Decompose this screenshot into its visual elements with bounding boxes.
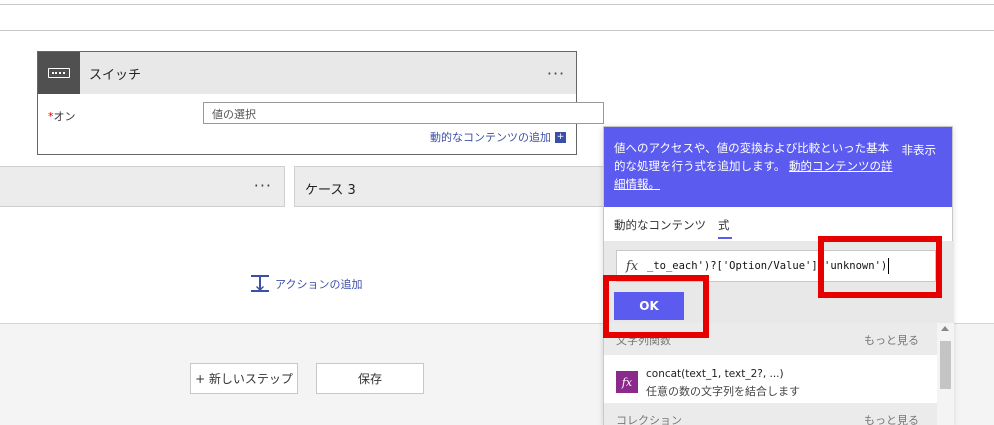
new-step-button[interactable]: + 新しいステップ — [190, 363, 298, 394]
section-collection: コレクション もっと見る — [604, 403, 937, 425]
case-card-3[interactable]: ケース 3 — [294, 166, 614, 207]
add-dynamic-content-label: 動的なコンテンツの追加 — [430, 131, 551, 144]
function-name: concat(text_1, text_2?, ...) — [646, 368, 784, 380]
scroll-up-icon[interactable] — [941, 326, 949, 331]
add-action-button[interactable]: アクションの追加 — [251, 274, 362, 294]
switch-more-button[interactable]: ··· — [536, 64, 576, 83]
on-label: *オン — [48, 108, 76, 124]
tab-dynamic-content[interactable]: 動的なコンテンツ — [614, 217, 706, 233]
panel-header: 値へのアクセスや、値の変換および比較といった基本的な処理を行う式を追加します。 … — [604, 127, 952, 207]
switch-title: スイッチ — [89, 67, 142, 83]
section-title: コレクション — [616, 414, 682, 425]
function-icon: fx — [616, 371, 638, 393]
tab-expression[interactable]: 式 — [718, 217, 730, 233]
fx-icon: fx — [625, 258, 639, 274]
function-list-scrollbar[interactable] — [937, 323, 954, 425]
canvas-divider — [0, 30, 994, 31]
function-description: 任意の数の文字列を結合します — [646, 385, 800, 398]
switch-icon — [38, 52, 80, 94]
switch-card: スイッチ ··· *オン 値の選択 動的なコンテンツの追加 + — [37, 51, 604, 155]
switch-header[interactable]: スイッチ ··· — [38, 52, 576, 94]
highlight-box-expression-end — [818, 236, 942, 298]
add-action-label: アクションの追加 — [275, 278, 363, 291]
function-concat[interactable]: fx concat(text_1, text_2?, ...) 任意の数の文字列… — [604, 359, 937, 403]
scroll-thumb[interactable] — [940, 341, 951, 389]
highlight-box-ok-button — [603, 275, 709, 338]
plus-icon: + — [555, 131, 566, 143]
add-action-icon — [251, 274, 269, 294]
case-card-left[interactable]: ··· — [0, 166, 285, 207]
save-button[interactable]: 保存 — [316, 363, 424, 394]
hide-panel-button[interactable]: 非表示 — [902, 141, 937, 159]
on-label-text: オン — [53, 110, 76, 123]
top-divider — [0, 4, 994, 5]
value-select-input[interactable]: 値の選択 — [203, 102, 604, 124]
see-more-link[interactable]: もっと見る — [864, 412, 919, 425]
case-3-title: ケース 3 — [305, 183, 356, 198]
case-left-more-button[interactable]: ··· — [254, 176, 272, 195]
panel-header-text: 値へのアクセスや、値の変換および比較といった基本的な処理を行う式を追加します。 … — [614, 139, 894, 193]
add-dynamic-content-link[interactable]: 動的なコンテンツの追加 + — [430, 129, 566, 145]
active-tab-indicator — [718, 237, 732, 239]
see-more-link[interactable]: もっと見る — [864, 332, 919, 348]
